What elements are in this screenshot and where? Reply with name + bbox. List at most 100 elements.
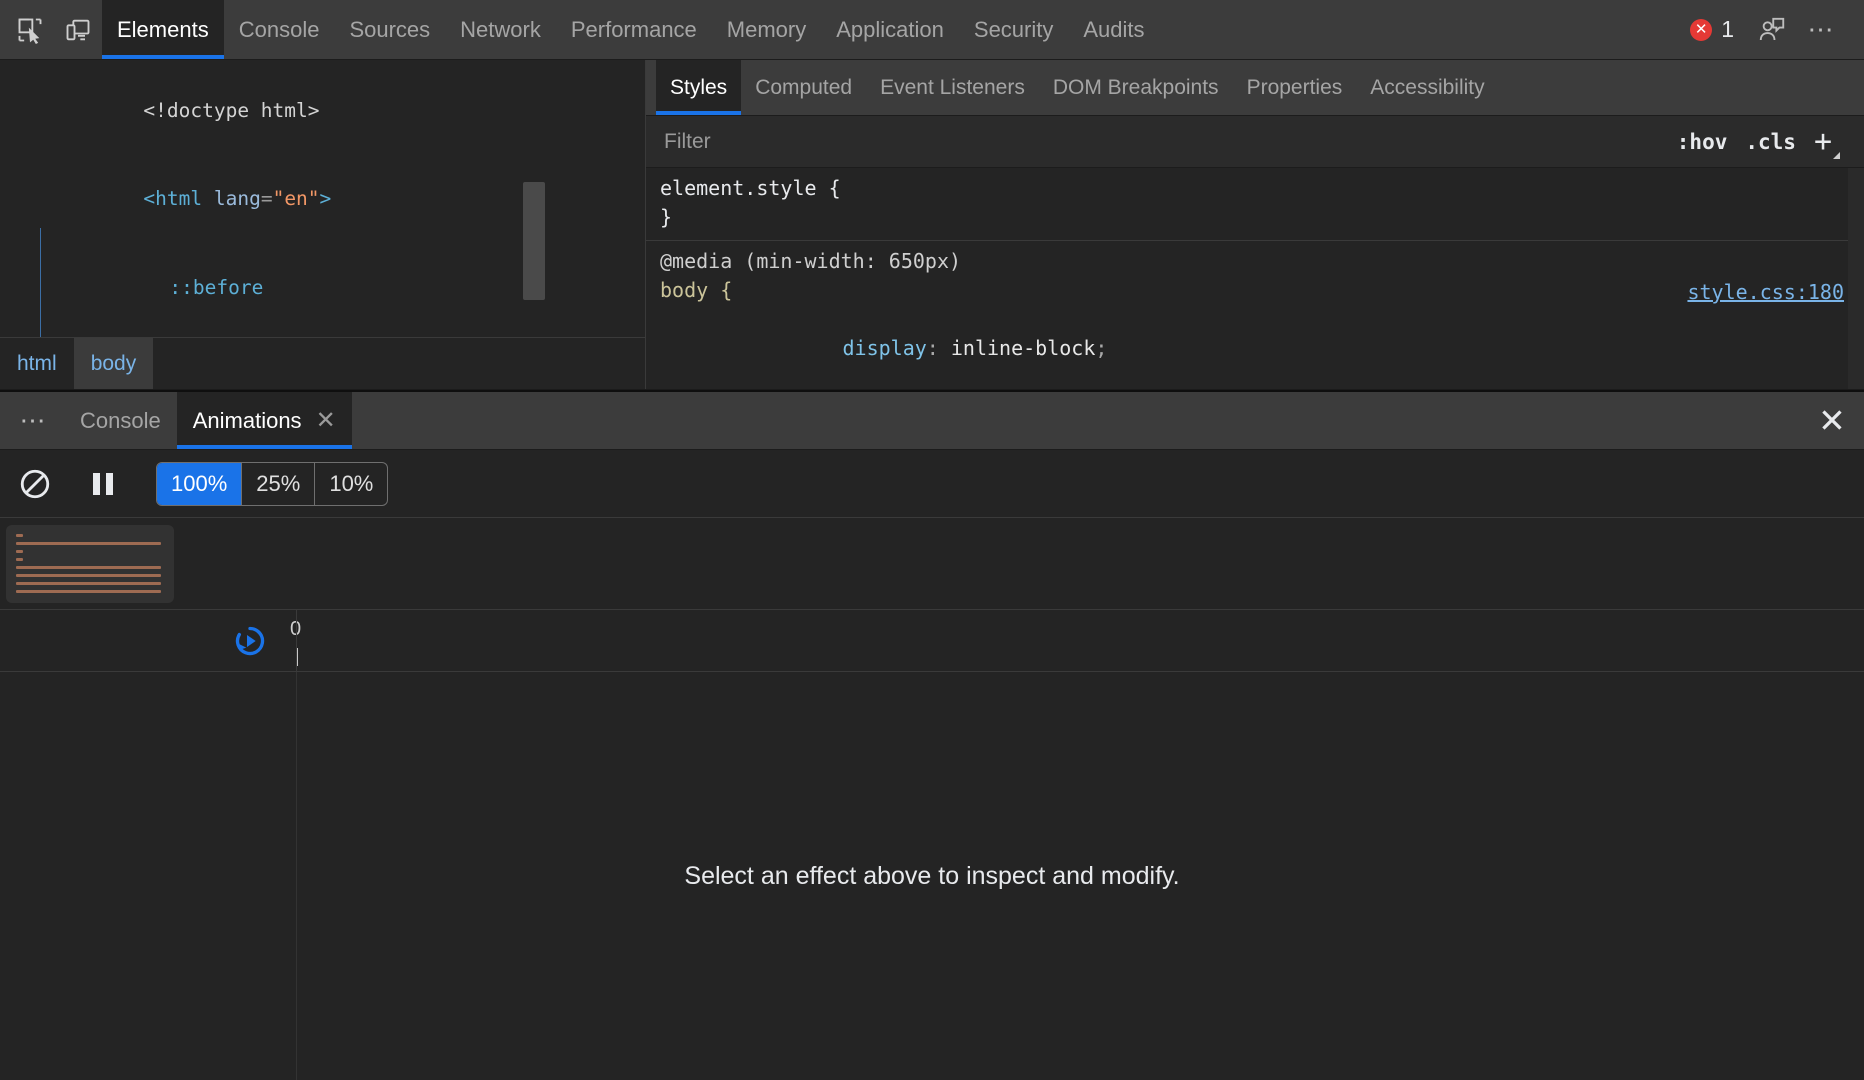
- breadcrumb-label: html: [17, 352, 57, 376]
- css-close-brace: }: [646, 203, 1864, 232]
- replay-animation-icon[interactable]: [228, 619, 272, 663]
- dom-tree[interactable]: <!doctype html> <html lang="en"> ::befor…: [0, 60, 645, 337]
- tab-label: Console: [80, 408, 161, 434]
- pause-icon[interactable]: [80, 461, 126, 507]
- panel-tab-strip: Elements Console Sources Network Perform…: [102, 0, 1160, 59]
- dom-line-head[interactable]: <head>…</head>: [0, 332, 645, 337]
- tab-properties[interactable]: Properties: [1233, 60, 1357, 115]
- tab-application[interactable]: Application: [821, 0, 959, 59]
- dom-tag: >: [320, 187, 332, 210]
- tab-performance[interactable]: Performance: [556, 0, 712, 59]
- animation-track: [16, 590, 161, 593]
- playback-rate-group: 100% 25% 10%: [156, 462, 388, 506]
- dom-attr: lang: [214, 187, 261, 210]
- inspect-element-icon[interactable]: [6, 0, 54, 59]
- new-style-rule-button[interactable]: +: [1814, 127, 1840, 157]
- tab-styles[interactable]: Styles: [656, 60, 741, 115]
- styles-scrollbar[interactable]: [1848, 168, 1864, 389]
- close-drawer-icon[interactable]: ✕: [1800, 392, 1864, 449]
- dom-line-before-pseudo[interactable]: ::before: [0, 244, 645, 333]
- tab-label: Console: [239, 17, 320, 43]
- animation-track: [16, 558, 23, 561]
- tab-label: Performance: [571, 17, 697, 43]
- tab-audits[interactable]: Audits: [1068, 0, 1159, 59]
- tab-label: Animations: [193, 408, 302, 434]
- drawer-tab-strip: ⋯ Console Animations ✕ ✕: [0, 392, 1864, 450]
- tab-label: Security: [974, 17, 1053, 43]
- animation-track: [16, 534, 23, 537]
- dom-text: <!doctype html>: [143, 99, 319, 122]
- animation-track: [16, 574, 161, 577]
- css-media-query: @media (min-width: 650px): [646, 247, 1864, 276]
- tab-label: Sources: [349, 17, 430, 43]
- elements-panel: <!doctype html> <html lang="en"> ::befor…: [0, 60, 1864, 390]
- tab-label: Network: [460, 17, 541, 43]
- more-options-icon[interactable]: ⋯: [1800, 8, 1844, 52]
- playback-rate-25[interactable]: 25%: [242, 463, 315, 505]
- tab-label: Styles: [670, 76, 727, 100]
- feedback-person-icon[interactable]: [1748, 15, 1796, 45]
- device-toolbar-icon[interactable]: [54, 0, 102, 59]
- tab-elements[interactable]: Elements: [102, 0, 224, 59]
- dom-value: "en": [273, 187, 320, 210]
- tab-console[interactable]: Console: [224, 0, 335, 59]
- playback-rate-100[interactable]: 100%: [157, 463, 242, 505]
- dom-tree-scrollbar[interactable]: [523, 182, 545, 300]
- drawer-tab-animations[interactable]: Animations ✕: [177, 392, 352, 449]
- animation-track: [16, 542, 161, 545]
- error-circle-icon: ✕: [1690, 19, 1712, 41]
- tab-security[interactable]: Security: [959, 0, 1068, 59]
- dom-tree-pane: <!doctype html> <html lang="en"> ::befor…: [0, 60, 646, 389]
- tab-label: Properties: [1247, 76, 1343, 100]
- main-toolbar: Elements Console Sources Network Perform…: [0, 0, 1864, 60]
- breadcrumb-item-html[interactable]: html: [0, 338, 74, 389]
- error-count-label: 1: [1721, 16, 1734, 43]
- css-selector[interactable]: body {: [646, 276, 1864, 305]
- tab-label: Event Listeners: [880, 76, 1025, 100]
- animation-timeline-ruler[interactable]: 0: [0, 610, 1864, 672]
- tab-label: Elements: [117, 17, 209, 43]
- tab-event-listeners[interactable]: Event Listeners: [866, 60, 1039, 115]
- css-source-link[interactable]: style.css:180: [1687, 278, 1844, 307]
- css-rules-list[interactable]: element.style { } @media (min-width: 650…: [646, 168, 1864, 389]
- element-classes-button[interactable]: .cls: [1745, 130, 1796, 154]
- tab-accessibility[interactable]: Accessibility: [1356, 60, 1498, 115]
- animation-track: [16, 550, 23, 553]
- tab-label: Accessibility: [1370, 76, 1484, 100]
- tab-dom-breakpoints[interactable]: DOM Breakpoints: [1039, 60, 1233, 115]
- breadcrumb-item-body[interactable]: body: [74, 338, 154, 389]
- css-value[interactable]: inline-block: [951, 336, 1096, 360]
- tab-network[interactable]: Network: [445, 0, 556, 59]
- dom-pseudo: ::before: [169, 276, 263, 299]
- animation-detail-area: Select an effect above to inspect and mo…: [0, 672, 1864, 1080]
- error-count-badge[interactable]: ✕ 1: [1680, 16, 1744, 43]
- tab-sources[interactable]: Sources: [334, 0, 445, 59]
- toggle-pseudo-states-button[interactable]: :hov: [1677, 130, 1728, 154]
- breadcrumb-label: body: [91, 352, 137, 376]
- css-property[interactable]: display: [843, 336, 927, 360]
- drawer-more-options-icon[interactable]: ⋯: [4, 392, 64, 449]
- drawer-tab-console[interactable]: Console: [64, 392, 177, 449]
- empty-state-message: Select an effect above to inspect and mo…: [684, 862, 1179, 891]
- devtools-window: Elements Console Sources Network Perform…: [0, 0, 1864, 1080]
- tab-memory[interactable]: Memory: [712, 0, 821, 59]
- css-rule-body-media[interactable]: @media (min-width: 650px) body { display…: [646, 241, 1864, 389]
- styles-toolbar-actions: :hov .cls +: [1663, 127, 1854, 157]
- styles-filter-row: :hov .cls +: [646, 116, 1864, 168]
- animation-track: [16, 582, 161, 585]
- animation-track: [16, 566, 161, 569]
- close-tab-icon[interactable]: ✕: [316, 406, 336, 435]
- clear-all-icon[interactable]: [12, 461, 58, 507]
- css-selector[interactable]: element.style {: [646, 174, 1864, 203]
- styles-sidebar: Styles Computed Event Listeners DOM Brea…: [646, 60, 1864, 389]
- tab-computed[interactable]: Computed: [741, 60, 866, 115]
- dom-tag: <html: [143, 187, 213, 210]
- playback-rate-10[interactable]: 10%: [315, 463, 387, 505]
- dom-line-doctype[interactable]: <!doctype html>: [0, 66, 645, 155]
- css-declaration[interactable]: display: inline-block;: [646, 305, 1864, 389]
- dom-line-html[interactable]: <html lang="en">: [0, 155, 645, 244]
- animation-group-preview[interactable]: [6, 525, 174, 603]
- styles-filter-input[interactable]: [656, 130, 1663, 154]
- css-rule-element-style[interactable]: element.style { }: [646, 168, 1864, 241]
- timeline-grid-line: [296, 610, 297, 671]
